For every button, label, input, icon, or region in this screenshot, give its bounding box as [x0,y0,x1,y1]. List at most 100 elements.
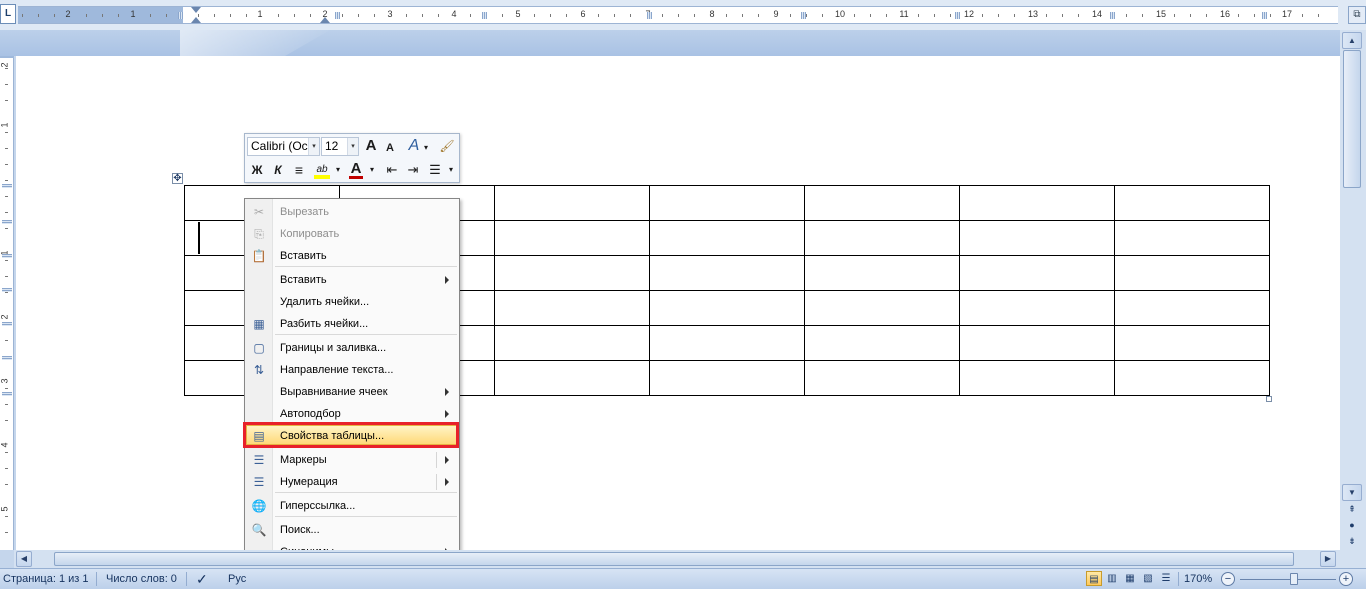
column-marker[interactable] [955,12,960,19]
menu-item-5[interactable]: ▦ Разбить ячейки... [247,313,457,335]
table-cell[interactable] [494,360,650,396]
zoom-slider-track[interactable] [1240,579,1336,580]
table-cell[interactable] [1114,220,1270,256]
previous-page-icon[interactable]: ⇞ [1344,502,1360,516]
column-marker[interactable] [1262,12,1267,19]
table-cell[interactable] [649,290,805,326]
row-marker[interactable] [2,184,12,188]
table-cell[interactable] [804,290,960,326]
proofing-icon[interactable]: ✓ [196,569,208,589]
center-align-icon[interactable]: ≡ [290,160,308,180]
web-layout-view-icon[interactable]: ▦ [1122,571,1138,586]
table-cell[interactable] [959,185,1115,221]
table-cell[interactable] [494,325,650,361]
menu-item-3[interactable]: Вставить [247,269,457,291]
menu-item-2[interactable]: 📋 Вставить [247,245,457,267]
page-count[interactable]: Страница: 1 из 1 [3,569,89,589]
table-cell[interactable] [959,290,1115,326]
menu-item-13[interactable]: 🌐 Гиперссылка... [247,495,457,517]
horizontal-ruler[interactable]: L 211234567891011121314151617 ⧉ [0,0,1366,30]
table-cell[interactable] [1114,290,1270,326]
menu-item-8[interactable]: Выравнивание ячеек [247,381,457,403]
row-marker[interactable] [2,322,12,326]
row-marker[interactable] [2,392,12,396]
decrease-indent-icon[interactable]: ⇤ [383,160,401,180]
view-ruler-button[interactable]: ⧉ [1348,6,1366,24]
row-marker[interactable] [2,220,12,224]
table-cell[interactable] [494,185,650,221]
column-marker[interactable] [482,12,487,19]
table-cell[interactable] [804,255,960,291]
table-cell[interactable] [804,325,960,361]
table-cell[interactable] [959,255,1115,291]
column-marker[interactable] [335,12,340,19]
menu-item-12[interactable]: ☰ Нумерация [247,471,457,493]
draft-view-icon[interactable]: ☰ [1158,571,1174,586]
increase-indent-icon[interactable]: ⇥ [404,160,422,180]
table-cell[interactable] [959,220,1115,256]
shrink-font-icon[interactable]: A [382,138,398,158]
scroll-left-button[interactable]: ◀ [16,551,32,567]
table-cell[interactable] [1114,255,1270,291]
highlight-icon[interactable]: ab [312,160,332,180]
scroll-right-button[interactable]: ▶ [1320,551,1336,567]
vertical-ruler[interactable]: 2112345 [0,56,14,550]
print-layout-view-icon[interactable]: ▤ [1086,571,1102,586]
table-move-handle-icon[interactable]: ✥ [172,173,183,184]
right-indent-marker[interactable] [320,17,330,23]
menu-item-0[interactable]: ✂ Вырезать [247,201,457,223]
table-cell[interactable] [649,255,805,291]
table-cell[interactable] [494,290,650,326]
table-cell[interactable] [804,360,960,396]
chevron-down-icon[interactable]: ▾ [367,160,377,180]
chevron-down-icon[interactable]: ▾ [347,138,358,155]
row-marker[interactable] [2,254,12,258]
table-cell[interactable] [649,185,805,221]
column-marker[interactable] [178,12,183,19]
chevron-down-icon[interactable]: ▾ [333,160,343,180]
chevron-down-icon[interactable]: ▾ [446,160,456,180]
menu-item-4[interactable]: Удалить ячейки... [247,291,457,313]
next-page-icon[interactable]: ⇟ [1344,534,1360,548]
menu-item-1[interactable]: ⎘ Копировать [247,223,457,245]
menu-item-11[interactable]: ☰ Маркеры [247,449,457,471]
bullets-icon[interactable]: ☰ [426,160,444,180]
language-indicator[interactable]: Рус [228,569,246,589]
vertical-scrollbar[interactable]: ▲ ▼ ⇞ ● ⇟ [1340,30,1366,568]
font-name-combo[interactable]: Calibri (Осн ▾ [247,137,320,156]
ruler-strip[interactable]: 211234567891011121314151617 [18,6,1338,24]
full-screen-reading-view-icon[interactable]: ▥ [1104,571,1120,586]
menu-item-7[interactable]: ⇅ Направление текста... [247,359,457,381]
column-marker[interactable] [801,12,806,19]
table-cell[interactable] [959,360,1115,396]
table-cell[interactable] [1114,360,1270,396]
font-size-combo[interactable]: 12 ▾ [321,137,359,156]
table-cell[interactable] [494,255,650,291]
table-cell[interactable] [649,220,805,256]
table-cell[interactable] [1114,185,1270,221]
format-painter-icon[interactable]: 🖌 [438,136,456,156]
menu-item-6[interactable]: ▢ Границы и заливка... [247,337,457,359]
row-marker[interactable] [2,288,12,292]
zoom-slider-thumb[interactable] [1290,573,1298,585]
grow-font-icon[interactable]: A [362,136,380,156]
scroll-down-button[interactable]: ▼ [1342,484,1362,501]
table-cell[interactable] [804,220,960,256]
chevron-down-icon[interactable]: ▾ [308,138,319,155]
zoom-in-button[interactable]: + [1339,572,1353,586]
menu-item-14[interactable]: 🔍 Поиск... [247,519,457,541]
table-cell[interactable] [1114,325,1270,361]
outline-view-icon[interactable]: ▧ [1140,571,1156,586]
zoom-out-button[interactable]: − [1221,572,1235,586]
table-cell[interactable] [804,185,960,221]
column-marker[interactable] [1110,12,1115,19]
horizontal-scrollbar[interactable]: ◀ ▶ [14,550,1340,568]
table-cell[interactable] [649,325,805,361]
hanging-indent-marker[interactable] [191,17,201,23]
font-color-icon[interactable]: A [347,159,365,179]
table-resize-handle[interactable] [1266,396,1272,402]
table-cell[interactable] [959,325,1115,361]
tab-selector-button[interactable]: L [0,4,16,24]
first-line-indent-marker[interactable] [191,7,201,13]
horizontal-scroll-thumb[interactable] [54,552,1294,566]
